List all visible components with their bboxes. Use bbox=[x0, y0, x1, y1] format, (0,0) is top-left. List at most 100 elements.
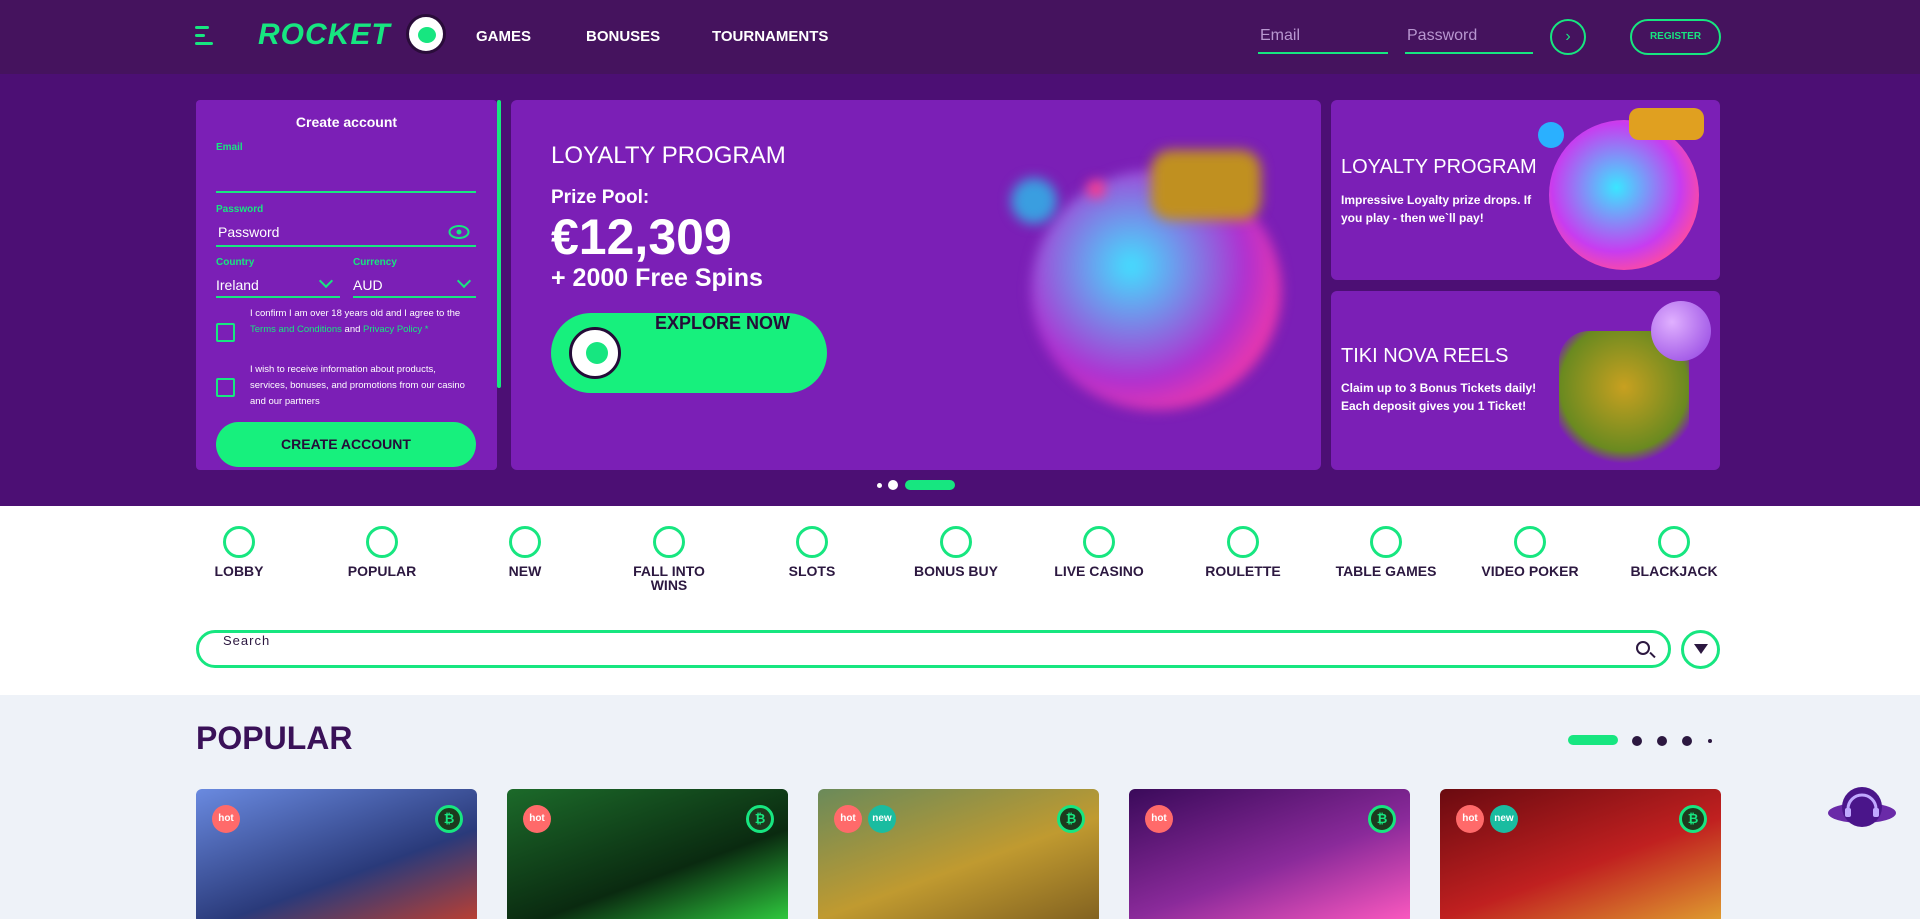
category-label: BLACKJACK bbox=[1630, 563, 1718, 579]
category-bonus-buy[interactable]: BONUS BUY bbox=[901, 506, 1011, 578]
country-label: Country bbox=[216, 257, 255, 268]
filter-icon[interactable] bbox=[1681, 630, 1720, 669]
carousel-dot[interactable] bbox=[888, 480, 898, 490]
terms-text: I confirm I am over 18 years old and I a… bbox=[250, 308, 461, 319]
chip-icon bbox=[1083, 526, 1115, 558]
orb-icon bbox=[1651, 301, 1711, 361]
club-icon bbox=[1658, 526, 1690, 558]
category-lobby[interactable]: LOBBY bbox=[184, 506, 294, 578]
crown-icon bbox=[1629, 108, 1704, 140]
category-video-poker[interactable]: VIDEO POKER bbox=[1475, 506, 1585, 578]
roulette-icon bbox=[1227, 526, 1259, 558]
currency-underline bbox=[353, 296, 476, 298]
side-card-desc: Claim up to 3 Bonus Tickets daily! Each … bbox=[1341, 381, 1537, 413]
age-terms-checkbox[interactable] bbox=[216, 323, 235, 342]
password-field[interactable]: Password bbox=[218, 224, 279, 240]
pager-dot[interactable] bbox=[1682, 736, 1692, 746]
login-arrow-button[interactable]: › bbox=[1550, 19, 1586, 55]
game-card[interactable]: hot new ₿ bbox=[818, 789, 1099, 919]
hot-badge: hot bbox=[1456, 805, 1484, 833]
form-scrollbar[interactable] bbox=[497, 100, 501, 388]
new-icon bbox=[509, 526, 541, 558]
category-popular[interactable]: POPULAR bbox=[327, 506, 437, 578]
chevron-down-icon[interactable] bbox=[456, 273, 472, 289]
country-select[interactable]: Ireland bbox=[216, 277, 259, 293]
hero-banner[interactable]: LOYALTY PROGRAM Prize Pool: €12,309 + 20… bbox=[511, 100, 1321, 470]
header-password-input[interactable] bbox=[1405, 20, 1533, 54]
category-slots[interactable]: SLOTS bbox=[757, 506, 867, 578]
heart-icon bbox=[653, 526, 685, 558]
search-icon[interactable] bbox=[1636, 641, 1650, 655]
search-input[interactable]: Search bbox=[196, 630, 1671, 668]
terms-link[interactable]: Terms and Conditions bbox=[250, 324, 342, 335]
crown-illustration bbox=[1151, 150, 1261, 220]
side-card-title: LOYALTY PROGRAM bbox=[1341, 156, 1537, 178]
nav-tournaments[interactable]: TOURNAMENTS bbox=[712, 28, 828, 45]
play-icon bbox=[1514, 526, 1546, 558]
age-terms-text: I confirm I am over 18 years old and I a… bbox=[250, 306, 475, 338]
nav-bonuses[interactable]: BONUSES bbox=[586, 28, 660, 45]
create-account-button[interactable]: CREATE ACCOUNT bbox=[216, 422, 476, 467]
and-text: and bbox=[341, 324, 364, 335]
bitcoin-icon: ₿ bbox=[1368, 805, 1396, 833]
category-live-casino[interactable]: LIVE CASINO bbox=[1044, 506, 1154, 578]
side-card-desc: Impressive Loyalty prize drops. If you p… bbox=[1341, 193, 1532, 225]
lobby-icon bbox=[223, 526, 255, 558]
game-card[interactable]: hot ₿ bbox=[507, 789, 788, 919]
category-new[interactable]: NEW bbox=[470, 506, 580, 578]
game-card[interactable]: hot ₿ bbox=[1129, 789, 1410, 919]
category-fall-into-wins[interactable]: FALL INTO WINS bbox=[614, 506, 724, 592]
register-button[interactable]: REGISTER bbox=[1630, 19, 1721, 55]
hot-badge: hot bbox=[1145, 805, 1173, 833]
carousel-dot[interactable] bbox=[877, 483, 882, 488]
category-label: BONUS BUY bbox=[913, 563, 998, 579]
category-label: SLOTS bbox=[788, 563, 836, 579]
chevron-down-icon[interactable] bbox=[318, 273, 334, 289]
hot-badge: hot bbox=[834, 805, 862, 833]
eye-icon[interactable] bbox=[448, 224, 470, 240]
game-card[interactable]: hot new ₿ bbox=[1440, 789, 1721, 919]
category-label: VIDEO POKER bbox=[1481, 563, 1579, 579]
nav-games[interactable]: GAMES bbox=[476, 28, 531, 45]
category-label: ROULETTE bbox=[1205, 563, 1281, 579]
marketing-checkbox[interactable] bbox=[216, 378, 235, 397]
seven-icon bbox=[796, 526, 828, 558]
email-label: Email bbox=[216, 142, 243, 153]
ufo-image bbox=[1549, 120, 1699, 270]
logo[interactable]: ROCKET bbox=[258, 18, 391, 52]
pager-active[interactable] bbox=[1568, 735, 1618, 745]
astronaut-logo-icon bbox=[406, 14, 446, 54]
search-placeholder: Search bbox=[223, 633, 271, 648]
popular-title: POPULAR bbox=[196, 720, 353, 756]
new-badge: new bbox=[868, 805, 896, 833]
privacy-link[interactable]: Privacy Policy * bbox=[363, 324, 428, 335]
menu-icon[interactable] bbox=[195, 26, 213, 46]
carousel-dot-active[interactable] bbox=[905, 480, 955, 490]
astronaut-icon bbox=[569, 327, 621, 379]
currency-select[interactable]: AUD bbox=[353, 277, 383, 293]
header-email-input[interactable] bbox=[1258, 20, 1388, 54]
pager-dot[interactable] bbox=[1708, 739, 1712, 743]
explore-now-label: EXPLORE NOW bbox=[655, 313, 791, 333]
bitcoin-icon: ₿ bbox=[1679, 805, 1707, 833]
side-card-title: TIKI NOVA REELS bbox=[1341, 345, 1509, 367]
planet-pink bbox=[1087, 180, 1105, 198]
new-badge: new bbox=[1490, 805, 1518, 833]
pager-dot[interactable] bbox=[1657, 736, 1667, 746]
top-header: ROCKET GAMES BONUSES TOURNAMENTS › REGIS… bbox=[0, 0, 1920, 74]
pager-dot[interactable] bbox=[1632, 736, 1642, 746]
prize-amount: €12,309 bbox=[551, 209, 732, 265]
game-card[interactable]: hot ₿ bbox=[196, 789, 477, 919]
bitcoin-icon: ₿ bbox=[746, 805, 774, 833]
explore-now-button[interactable]: EXPLORE NOW bbox=[551, 313, 827, 393]
category-blackjack[interactable]: BLACKJACK bbox=[1619, 506, 1729, 578]
category-table-games[interactable]: TABLE GAMES bbox=[1331, 506, 1441, 578]
category-roulette[interactable]: ROULETTE bbox=[1188, 506, 1298, 578]
bitcoin-icon: ₿ bbox=[435, 805, 463, 833]
email-field[interactable] bbox=[216, 191, 476, 193]
category-label: TABLE GAMES bbox=[1335, 563, 1437, 579]
flame-icon bbox=[366, 526, 398, 558]
side-card-tiki[interactable]: TIKI NOVA REELS Claim up to 3 Bonus Tick… bbox=[1331, 291, 1720, 470]
side-card-loyalty[interactable]: LOYALTY PROGRAM Impressive Loyalty prize… bbox=[1331, 100, 1720, 280]
support-chat-icon[interactable] bbox=[1826, 783, 1898, 835]
